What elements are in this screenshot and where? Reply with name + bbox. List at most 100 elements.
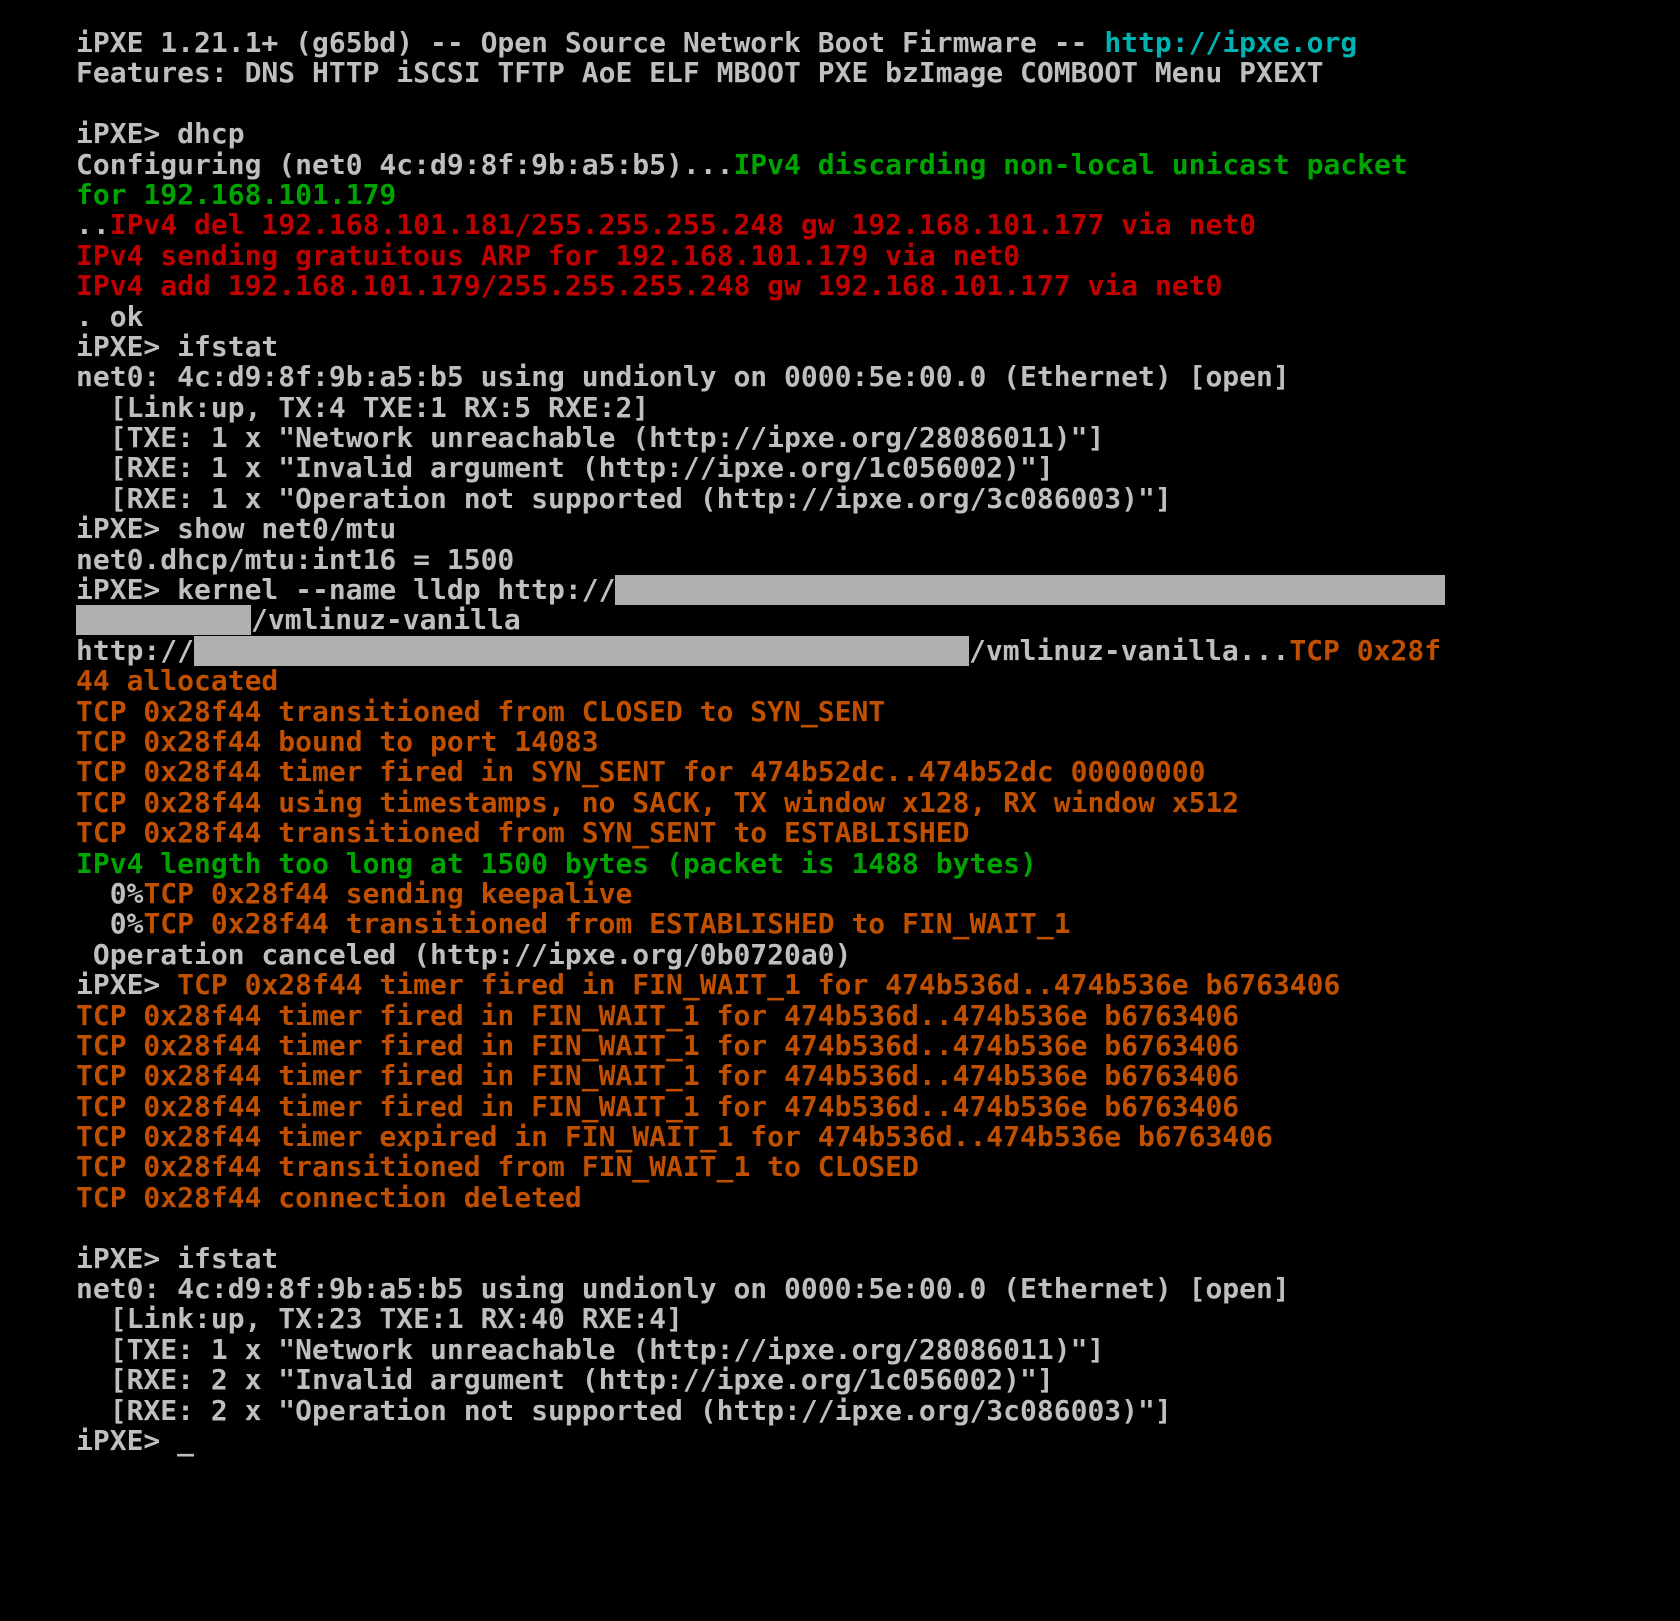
tcp-timer-finwait-4: TCP 0x28f44 timer fired in FIN_WAIT_1 fo…: [76, 1061, 1666, 1091]
rxe-unsupported-text-2: [RXE: 2 x "Operation not supported (http…: [76, 1393, 1172, 1427]
txe-text-2: [TXE: 1 x "Network unreachable (http://i…: [76, 1332, 1105, 1366]
output-ipv4-del: ..IPv4 del 192.168.101.181/255.255.255.2…: [76, 210, 1666, 240]
ifstat-net0-summary-2: net0: 4c:d9:8f:9b:a5:b5 using undionly o…: [76, 1272, 1666, 1306]
tcp-timestamps-windows-text: TCP 0x28f44 using timestamps, no SACK, T…: [76, 785, 1240, 819]
link-counters-text-1: [Link:up, TX:4 TXE:1 RX:5 RXE:2]: [76, 390, 650, 424]
final-prompt-line[interactable]: iPXE> _: [76, 1423, 1666, 1457]
tcp-timer-expired: TCP 0x28f44 timer expired in FIN_WAIT_1 …: [76, 1120, 1666, 1154]
redacted-hostname-3: [194, 635, 970, 666]
mtu-value-text: net0.dhcp/mtu:int16 = 1500: [76, 542, 515, 576]
text-cursor: _: [177, 1423, 195, 1457]
link-counters-text-2: [Link:up, TX:23 TXE:1 RX:40 RXE:4]: [76, 1302, 683, 1336]
ipv4-arp-text: IPv4 sending gratuitous ARP for 192.168.…: [76, 238, 1021, 272]
banner-features-line: Features: DNS HTTP iSCSI TFTP AoE ELF MB…: [76, 58, 1666, 88]
tcp-timer-finwait-text-5: TCP 0x28f44 timer fired in FIN_WAIT_1 fo…: [76, 1089, 1240, 1123]
command-dhcp: dhcp: [177, 117, 245, 151]
tcp-allocated-text: 44 allocated: [76, 664, 279, 698]
kernel-command-continuation: /vmlinuz-vanilla: [76, 603, 1666, 637]
progress-percent-2: 0%: [76, 907, 144, 941]
prompt-label: iPXE>: [76, 117, 178, 151]
output-configuring: Configuring (net0 4c:d9:8f:9b:a5:b5)...I…: [76, 147, 1666, 181]
ipv4-del-text: IPv4 del 192.168.101.181/255.255.255.248…: [109, 208, 1257, 242]
ipv4-discard-addr: for 192.168.101.179: [76, 177, 397, 211]
ifstat-txe-2: [TXE: 1 x "Network unreachable (http://i…: [76, 1332, 1666, 1366]
rxe-invalid-text-1: [RXE: 1 x "Invalid argument (http://ipxe…: [76, 451, 1054, 485]
tcp-synsent-to-established-text: TCP 0x28f44 transitioned from SYN_SENT t…: [76, 816, 970, 850]
command-line-dhcp: iPXE> dhcp: [76, 117, 1666, 151]
txe-text-1: [TXE: 1 x "Network unreachable (http://i…: [76, 421, 1105, 455]
tcp-bound-to-port: TCP 0x28f44 bound to port 14083: [76, 724, 1666, 758]
ifstat-rxe-unsupported-2: [RXE: 2 x "Operation not supported (http…: [76, 1393, 1666, 1427]
tcp-handle-partial: TCP 0x28f: [1289, 633, 1442, 667]
download-scheme-text: http://: [76, 633, 195, 667]
output-mtu-value: net0.dhcp/mtu:int16 = 1500: [76, 542, 1666, 576]
redacted-hostname-2: [76, 605, 251, 636]
command-line-ifstat-2: iPXE> ifstat: [76, 1241, 1666, 1275]
net0-summary-text-2: net0: 4c:d9:8f:9b:a5:b5 using undionly o…: [76, 1272, 1290, 1306]
tcp-established-to-finwait-text: TCP 0x28f44 transitioned from ESTABLISHE…: [143, 907, 1071, 941]
ipv4-discard-text: IPv4 discarding non-local unicast packet: [733, 147, 1408, 181]
tcp-timer-finwait-text-1: TCP 0x28f44 timer fired in FIN_WAIT_1 fo…: [177, 968, 1341, 1002]
ifstat-link-counters-1: [Link:up, TX:4 TXE:1 RX:5 RXE:2]: [76, 390, 1666, 424]
ipxe-org-link[interactable]: http://ipxe.org: [1104, 26, 1357, 59]
ifstat-command-2: iPXE> ifstat: [76, 1241, 279, 1275]
tcp-timer-finwait-2: TCP 0x28f44 timer fired in FIN_WAIT_1 fo…: [76, 998, 1666, 1032]
tcp-connection-deleted: TCP 0x28f44 connection deleted: [76, 1180, 1666, 1214]
configuring-text: Configuring (net0 4c:d9:8f:9b:a5:b5)...: [76, 147, 734, 181]
output-ipv4-add: IPv4 add 192.168.101.179/255.255.255.248…: [76, 270, 1666, 301]
tcp-keepalive-text: TCP 0x28f44 sending keepalive: [143, 876, 633, 910]
banner-version-text: iPXE 1.21.1+ (g65bd) -- Open Source Netw…: [76, 26, 1105, 59]
ifstat-link-counters-2: [Link:up, TX:23 TXE:1 RX:40 RXE:4]: [76, 1304, 1666, 1334]
ifstat-rxe-unsupported-1: [RXE: 1 x "Operation not supported (http…: [76, 481, 1666, 515]
tcp-timer-finwait-text-2: TCP 0x28f44 timer fired in FIN_WAIT_1 fo…: [76, 998, 1240, 1032]
download-url-line: http:// /vmlinuz-vanilla...TCP 0x28f: [76, 633, 1666, 667]
tcp-connection-deleted-text: TCP 0x28f44 connection deleted: [76, 1180, 582, 1214]
output-discard-continuation: for 192.168.101.179: [76, 177, 1666, 211]
tcp-timer-finwait-3: TCP 0x28f44 timer fired in FIN_WAIT_1 fo…: [76, 1028, 1666, 1062]
ifstat-net0-summary-1: net0: 4c:d9:8f:9b:a5:b5 using undionly o…: [76, 362, 1666, 392]
banner-version-line: iPXE 1.21.1+ (g65bd) -- Open Source Netw…: [76, 26, 1666, 59]
tcp-bound-to-port-text: TCP 0x28f44 bound to port 14083: [76, 724, 599, 758]
ifstat-rxe-invalid-1: [RXE: 1 x "Invalid argument (http://ipxe…: [76, 453, 1666, 483]
tcp-timer-synsent: TCP 0x28f44 timer fired in SYN_SENT for …: [76, 757, 1666, 787]
rxe-unsupported-text-1: [RXE: 1 x "Operation not supported (http…: [76, 481, 1172, 515]
tcp-timer-finwait-text-3: TCP 0x28f44 timer fired in FIN_WAIT_1 fo…: [76, 1028, 1240, 1062]
terminal-output: iPXE 1.21.1+ (g65bd) -- Open Source Netw…: [76, 26, 1666, 1457]
tcp-closed-to-synsent-text: TCP 0x28f44 transitioned from CLOSED to …: [76, 694, 886, 728]
output-ok: . ok: [76, 299, 1666, 333]
tcp-allocated-line: 44 allocated: [76, 666, 1666, 696]
ok-text: . ok: [76, 299, 144, 333]
ifstat-command-1: iPXE> ifstat: [76, 329, 279, 363]
operation-canceled-line: Operation canceled (http://ipxe.org/0b07…: [76, 937, 1666, 971]
tcp-timer-finwait-text-4: TCP 0x28f44 timer fired in FIN_WAIT_1 fo…: [76, 1059, 1240, 1093]
tcp-finwait-to-closed: TCP 0x28f44 transitioned from FIN_WAIT_1…: [76, 1152, 1666, 1182]
tcp-synsent-to-established: TCP 0x28f44 transitioned from SYN_SENT t…: [76, 816, 1666, 850]
tcp-finwait-to-closed-text: TCP 0x28f44 transitioned from FIN_WAIT_1…: [76, 1150, 919, 1184]
redacted-hostname-1: [615, 575, 1446, 606]
ifstat-rxe-invalid-2: [RXE: 2 x "Invalid argument (http://ipxe…: [76, 1363, 1666, 1397]
tcp-sending-keepalive: 0%TCP 0x28f44 sending keepalive: [76, 876, 1666, 910]
kernel-command-text: iPXE> kernel --name lldp http://: [76, 573, 616, 607]
tcp-timestamps-windows: TCP 0x28f44 using timestamps, no SACK, T…: [76, 785, 1666, 819]
progress-dots: ..: [76, 208, 110, 242]
tcp-timer-expired-text: TCP 0x28f44 timer expired in FIN_WAIT_1 …: [76, 1120, 1273, 1154]
tcp-timer-finwait-5: TCP 0x28f44 timer fired in FIN_WAIT_1 fo…: [76, 1089, 1666, 1123]
show-mtu-command: iPXE> show net0/mtu: [76, 512, 397, 546]
tcp-closed-to-synsent: TCP 0x28f44 transitioned from CLOSED to …: [76, 694, 1666, 728]
command-line-show-mtu: iPXE> show net0/mtu: [76, 514, 1666, 544]
tcp-established-to-finwait: 0%TCP 0x28f44 transitioned from ESTABLIS…: [76, 909, 1666, 939]
prompt-with-tcp-timer: iPXE> TCP 0x28f44 timer fired in FIN_WAI…: [76, 968, 1666, 1002]
net0-summary-text-1: net0: 4c:d9:8f:9b:a5:b5 using undionly o…: [76, 360, 1290, 394]
ipv4-length-too-long-text: IPv4 length too long at 1500 bytes (pack…: [76, 846, 1037, 880]
ipxe-terminal-screen[interactable]: iPXE 1.21.1+ (g65bd) -- Open Source Netw…: [0, 0, 1680, 1621]
command-line-kernel: iPXE> kernel --name lldp http://: [76, 573, 1666, 607]
operation-canceled-text: Operation canceled (http://ipxe.org/0b07…: [76, 937, 852, 971]
download-path-text: /vmlinuz-vanilla...: [969, 633, 1290, 667]
tcp-timer-synsent-text: TCP 0x28f44 timer fired in SYN_SENT for …: [76, 755, 1206, 789]
kernel-path-text: /vmlinuz-vanilla: [251, 603, 521, 637]
prompt-label-3: iPXE>: [76, 1423, 178, 1457]
rxe-invalid-text-2: [RXE: 2 x "Invalid argument (http://ipxe…: [76, 1363, 1054, 1397]
command-line-ifstat-1: iPXE> ifstat: [76, 329, 1666, 363]
